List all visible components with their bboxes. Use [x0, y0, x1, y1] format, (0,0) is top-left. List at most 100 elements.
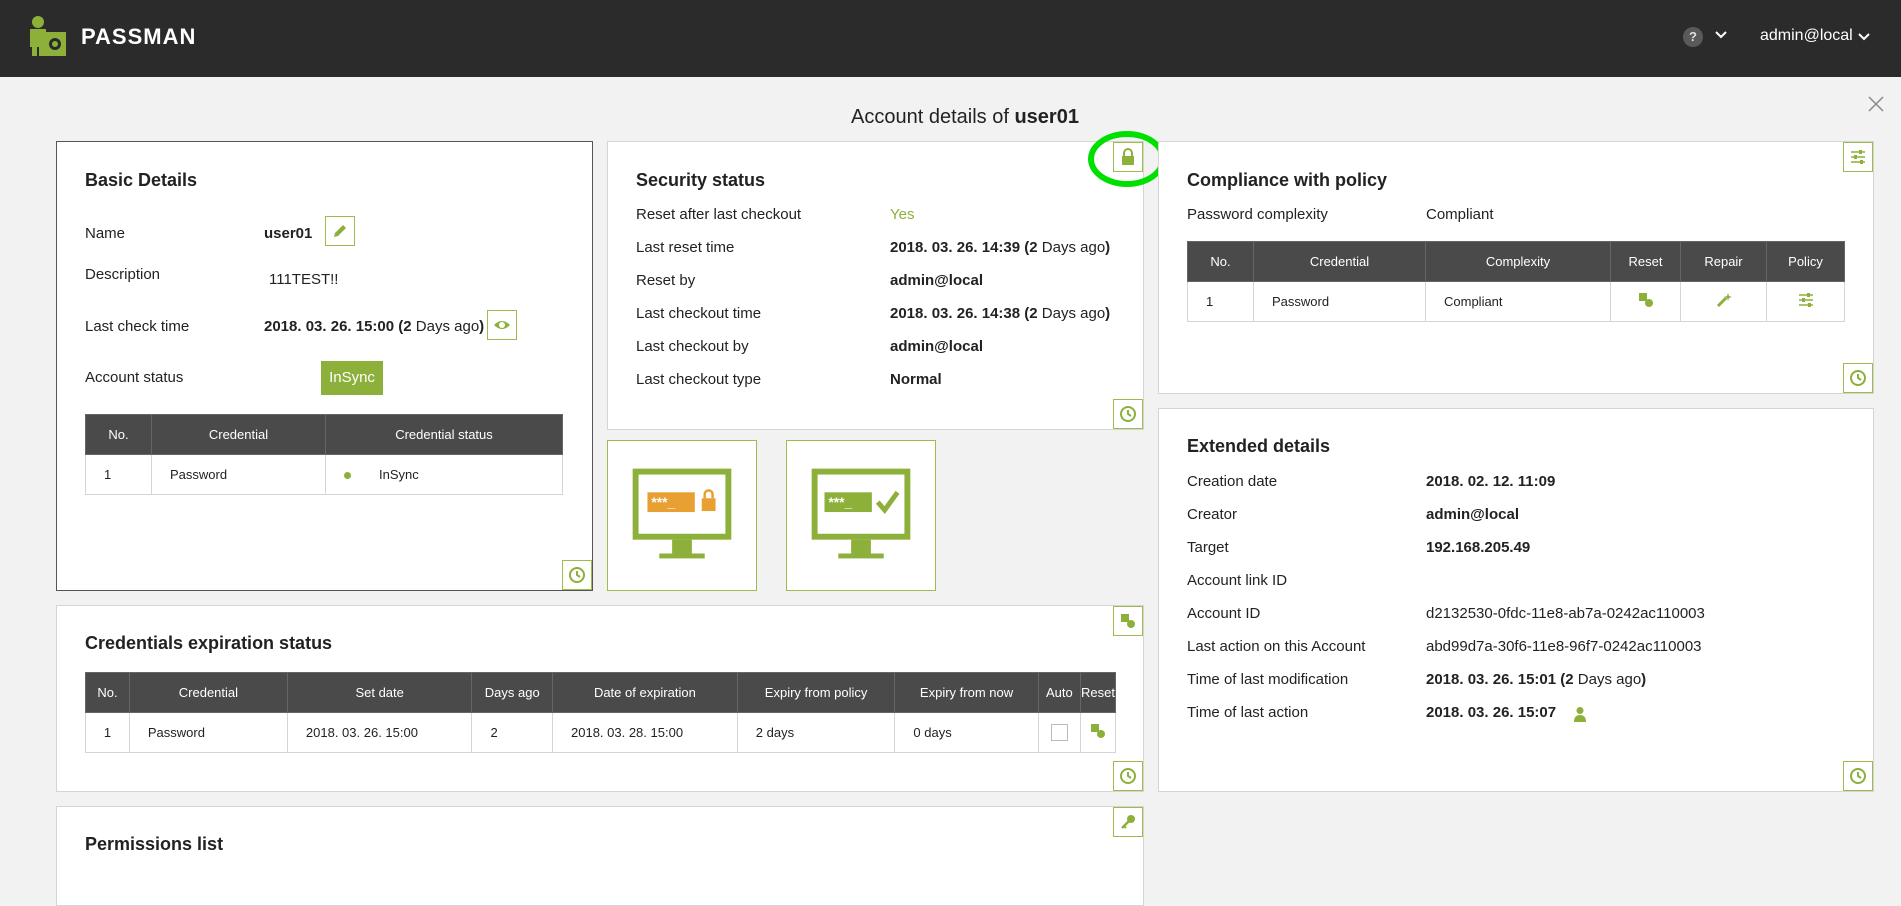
last-modification-value: 2018. 03. 26. 15:01 (2 Days ago)	[1426, 671, 1647, 688]
history-button[interactable]	[1843, 761, 1873, 791]
passman-logo-icon[interactable]	[24, 14, 68, 58]
cell-reset	[1080, 712, 1116, 753]
last-reset-ago-count: 2	[1029, 239, 1038, 256]
description-value: 111TEST!!	[269, 271, 339, 288]
col-header: Date of expiration	[552, 672, 738, 713]
description-label: Description	[85, 266, 161, 283]
masked-password-text: ***_	[828, 494, 852, 510]
auto-checkbox[interactable]	[1050, 724, 1068, 742]
last-action-time-value: 2018. 03. 26. 15:07	[1426, 704, 1557, 721]
last-checkout-type-label: Last checkout type	[636, 371, 762, 388]
history-icon	[1120, 406, 1136, 422]
user-icon[interactable]	[1572, 706, 1588, 722]
col-header: Reset	[1080, 672, 1116, 713]
last-check-date: 2018. 03. 26. 15:00	[264, 318, 395, 335]
last-modification-ago-unit: Days ago	[1577, 671, 1642, 688]
table-row: 1 Password 2018. 03. 26. 15:00 2 2018. 0…	[85, 712, 1116, 753]
reset-after-checkout-label: Reset after last checkout	[636, 206, 802, 223]
last-reset-time-date: 2018. 03. 26. 14:39	[890, 239, 1021, 256]
pencil-icon	[334, 225, 346, 237]
creator-label: Creator	[1187, 506, 1238, 523]
col-header: No.	[85, 672, 130, 713]
last-check-ago-count: 2	[403, 318, 412, 335]
col-header: Policy	[1766, 241, 1845, 282]
cell-set-date: 2018. 03. 26. 15:00	[286, 712, 473, 753]
monitor-lock-icon: ***_	[632, 468, 732, 559]
name-label: Name	[85, 225, 126, 242]
chevron-down-icon[interactable]	[1713, 27, 1729, 43]
creation-date-value: 2018. 02. 12. 11:09	[1426, 473, 1556, 490]
expiration-panel: Credentials expiration status No. Creden…	[56, 605, 1144, 792]
cell-days-ago: 2	[471, 712, 553, 753]
sliders-icon[interactable]	[1797, 291, 1815, 309]
page-title-prefix: Account details of	[851, 106, 1009, 128]
chevron-down-icon[interactable]	[1856, 29, 1872, 45]
reset-all-button[interactable]	[1113, 606, 1143, 636]
cell-status-text: InSync	[379, 467, 419, 482]
history-button[interactable]	[1113, 399, 1143, 429]
history-icon	[1850, 370, 1866, 386]
cell-credential: Password	[128, 712, 288, 753]
last-check-ago-unit: Days ago	[415, 318, 480, 335]
cell-credential: Password	[1253, 281, 1426, 322]
help-icon[interactable]: ?	[1683, 27, 1703, 47]
col-header: No.	[85, 414, 152, 455]
security-status-panel: Security status Reset after last checkou…	[607, 141, 1144, 430]
magic-wand-icon[interactable]	[1715, 291, 1733, 309]
history-button[interactable]	[1113, 761, 1143, 791]
show-button[interactable]	[487, 310, 517, 340]
checkout-locked-tile[interactable]: ***_	[607, 440, 757, 591]
last-checkout-ago-unit: Days ago	[1041, 305, 1106, 322]
reset-icon[interactable]	[1089, 722, 1107, 740]
last-checkout-type-value: Normal	[890, 371, 942, 388]
user-menu[interactable]: admin@local	[1760, 27, 1853, 45]
col-header: Auto	[1037, 672, 1082, 713]
last-checkout-by-value: admin@local	[890, 338, 983, 355]
sliders-icon	[1851, 150, 1865, 164]
basic-details-title: Basic Details	[85, 170, 198, 190]
masked-password-text: ***_	[651, 494, 675, 510]
name-value: user01	[264, 225, 313, 242]
col-header: Repair	[1680, 241, 1767, 282]
cell-no: 1	[85, 712, 130, 753]
history-icon	[569, 567, 585, 583]
compliance-title: Compliance with policy	[1187, 170, 1388, 190]
last-reset-time-value: 2018. 03. 26. 14:39 (2 Days ago)	[890, 239, 1111, 256]
target-label: Target	[1187, 539, 1229, 556]
permissions-panel: Permissions list	[56, 806, 1144, 906]
top-bar: PASSMAN ? admin@local	[0, 0, 1901, 77]
cell-repair	[1680, 281, 1767, 322]
permissions-key-button[interactable]	[1113, 807, 1143, 837]
reset-by-label: Reset by	[636, 272, 696, 289]
table-row: 1 Password InSync	[85, 454, 563, 495]
status-dot-icon	[344, 472, 351, 480]
checkin-tile[interactable]: ***_	[786, 440, 936, 591]
col-header: Credential	[151, 414, 326, 455]
reset-by-value: admin@local	[890, 272, 983, 289]
account-status-label: Account status	[85, 369, 184, 386]
last-checkout-time-date: 2018. 03. 26. 14:38	[890, 305, 1021, 322]
col-header: Set date	[286, 672, 473, 713]
last-check-value: 2018. 03. 26. 15:00 (2 Days ago)	[264, 318, 485, 335]
edit-name-button[interactable]	[325, 216, 355, 246]
password-complexity-label: Password complexity	[1187, 206, 1328, 223]
policy-settings-button[interactable]	[1843, 142, 1873, 172]
last-checkout-time-value: 2018. 03. 26. 14:38 (2 Days ago)	[890, 305, 1111, 322]
cell-credential: Password	[151, 454, 326, 495]
col-header: Credential	[1253, 241, 1426, 282]
col-header: No.	[1187, 241, 1254, 282]
cell-auto	[1037, 712, 1082, 753]
last-action-value: abd99d7a-30f6-11e8-96f7-0242ac110003	[1426, 638, 1702, 655]
last-reset-time-label: Last reset time	[636, 239, 735, 256]
history-button[interactable]	[562, 560, 592, 590]
col-header: Credential	[128, 672, 288, 713]
col-header: Expiry from now	[894, 672, 1039, 713]
last-checkout-ago-count: 2	[1029, 305, 1038, 322]
reset-icon[interactable]	[1637, 291, 1655, 309]
history-button[interactable]	[1843, 363, 1873, 393]
cell-reset	[1610, 281, 1681, 322]
last-modification-ago-count: 2	[1565, 671, 1574, 688]
last-check-label: Last check time	[85, 318, 190, 335]
brand-name: PASSMAN	[81, 24, 197, 49]
table-row: 1 Password Compliant	[1187, 281, 1845, 322]
